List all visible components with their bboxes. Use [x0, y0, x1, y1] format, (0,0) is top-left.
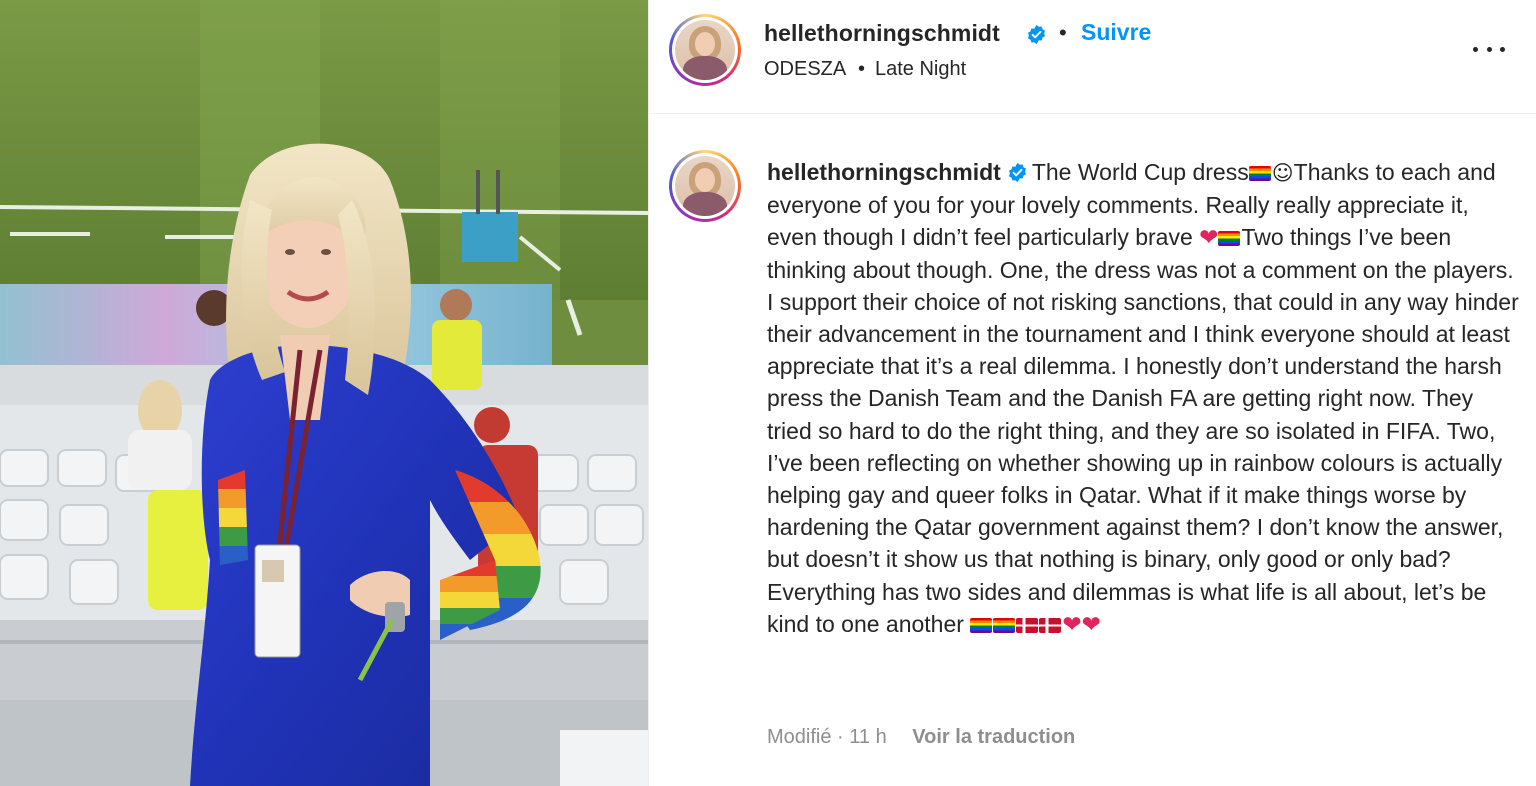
header-separator: • — [1059, 20, 1067, 45]
author-username[interactable]: hellethorningschmidt — [764, 20, 1000, 47]
rainbow-flag-icon — [993, 617, 1016, 633]
post-photo — [0, 0, 648, 786]
music-separator: • — [858, 58, 866, 80]
caption-text-body: Two things I’ve been thinking about thou… — [767, 224, 1519, 637]
see-translation-button[interactable]: Voir la traduction — [912, 726, 1075, 748]
denmark-flag-icon — [1016, 617, 1039, 633]
caption-username[interactable]: hellethorningschmidt — [767, 159, 1001, 185]
post-caption: hellethorningschmidt The World Cup dress ☺… — [767, 156, 1519, 640]
heart-emoji: ❤ — [1081, 610, 1101, 637]
heart-emoji: ❤ — [1199, 224, 1219, 251]
heart-emoji: ❤ — [1062, 610, 1082, 637]
caption-meta: Modifié · 11 h Voir la traduction — [767, 726, 1075, 749]
author-avatar[interactable] — [669, 14, 741, 86]
rainbow-flag-icon — [970, 617, 993, 633]
edited-label: Modifié — [767, 726, 832, 748]
rainbow-flag-icon — [1248, 166, 1271, 181]
post-header: hellethorningschmidt • Suivre ODESZA • L… — [649, 0, 1536, 114]
meta-dot: · — [837, 726, 844, 748]
verified-badge-icon — [1008, 162, 1026, 183]
post-time[interactable]: 11 h — [849, 726, 886, 748]
music-artist[interactable]: ODESZA — [764, 58, 846, 81]
caption-text-intro: The World Cup dress — [1031, 159, 1249, 185]
smile-emoji: ☺ — [1271, 161, 1294, 185]
follow-button[interactable]: Suivre — [1081, 19, 1151, 46]
more-options-icon[interactable] — [1473, 34, 1505, 64]
rainbow-flag-icon — [1218, 231, 1241, 247]
caption-avatar[interactable] — [669, 150, 741, 222]
verified-badge-icon — [1028, 24, 1045, 45]
denmark-flag-icon — [1039, 617, 1062, 633]
music-track[interactable]: Late Night — [875, 58, 966, 81]
post-sidebar: hellethorningschmidt • Suivre ODESZA • L… — [648, 0, 1536, 786]
